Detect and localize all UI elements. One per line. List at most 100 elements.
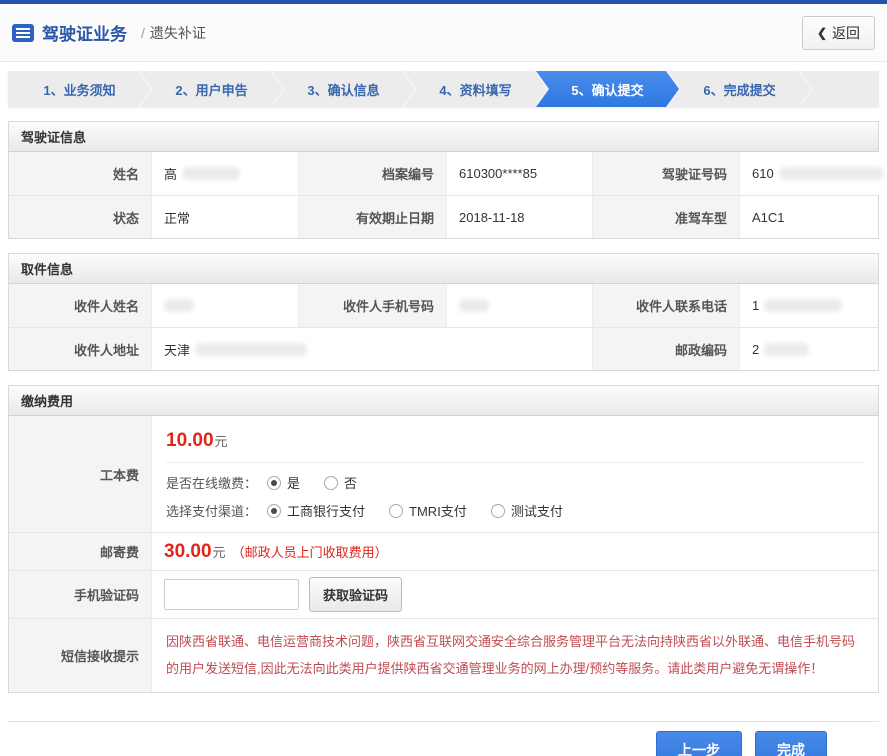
- online-pay-option-yes-label: 是: [287, 473, 300, 492]
- vehicle-type-label: 准驾车型: [592, 195, 739, 238]
- radio-selected-icon[interactable]: [267, 476, 281, 490]
- page-title: 驾驶证业务: [42, 20, 127, 45]
- previous-step-button[interactable]: 上一步: [656, 731, 742, 756]
- recipient-phone-value: 1: [739, 284, 878, 327]
- license-no-value: 610: [739, 152, 884, 195]
- recipient-phone-label: 收件人联系电话: [592, 284, 739, 327]
- sms-notice-content: 因陕西省联通、电信运营商技术问题，陕西省互联网交通安全综合服务管理平台无法向持陕…: [151, 618, 878, 692]
- sms-code-row: 手机验证码 获取验证码: [9, 570, 878, 618]
- fee-section: 缴纳费用 工本费 10.00元 是否在线缴费： 是 否 选择支付渠道：: [8, 385, 879, 693]
- recipient-mobile-value: [446, 284, 592, 327]
- online-pay-option-no-label: 否: [344, 473, 357, 492]
- finish-button[interactable]: 完成: [755, 731, 827, 756]
- get-code-button[interactable]: 获取验证码: [309, 577, 402, 612]
- step-6-complete-submit[interactable]: 6、完成提交: [668, 71, 811, 107]
- recipient-name-label: 收件人姓名: [9, 284, 151, 327]
- expiry-value: 2018-11-18: [446, 195, 592, 238]
- step-5-confirm-submit[interactable]: 5、确认提交: [536, 71, 679, 107]
- menu-list-icon: [12, 24, 34, 42]
- breadcrumb-separator: /: [141, 25, 145, 41]
- pay-channel-option-icbc[interactable]: 工商银行支付: [267, 501, 365, 520]
- pay-channel-line: 选择支付渠道： 工商银行支付 TMRI支付 测试支付: [166, 501, 878, 520]
- file-no-label: 档案编号: [298, 152, 446, 195]
- license-no-value-text: 610: [752, 166, 774, 181]
- license-info-section-title: 驾驶证信息: [9, 122, 878, 152]
- mailing-fee-note: （邮政人员上门收取费用）: [232, 542, 388, 561]
- title-wrap: 驾驶证业务 / 遗失补证: [12, 20, 206, 45]
- step-1-business-notice[interactable]: 1、业务须知: [8, 71, 151, 107]
- breadcrumb: / 遗失补证: [141, 23, 206, 43]
- name-label: 姓名: [9, 152, 151, 195]
- sms-code-input[interactable]: [164, 579, 299, 610]
- recipient-address-value-text: 天津: [164, 340, 190, 359]
- recipient-address-value: 天津: [151, 327, 592, 370]
- redacted-license-no: [779, 167, 884, 180]
- fee-inner-divider: [166, 462, 864, 463]
- redacted-recipient-address: [195, 343, 307, 356]
- radio-selected-icon[interactable]: [267, 504, 281, 518]
- recipient-phone-value-text: 1: [752, 298, 759, 313]
- mailing-fee-content: 30.00元 （邮政人员上门收取费用）: [151, 532, 878, 570]
- pay-channel-option-tmri[interactable]: TMRI支付: [389, 501, 467, 520]
- pickup-info-row-1: 收件人姓名 收件人手机号码 收件人联系电话 1: [9, 284, 878, 327]
- mailing-fee-row: 邮寄费 30.00元 （邮政人员上门收取费用）: [9, 532, 878, 570]
- pay-channel-option-test-label: 测试支付: [511, 501, 563, 520]
- production-fee-label: 工本费: [9, 416, 151, 532]
- pay-channel-option-test[interactable]: 测试支付: [491, 501, 563, 520]
- online-pay-option-no[interactable]: 否: [324, 473, 357, 492]
- back-arrow-icon: ❮: [817, 26, 827, 40]
- status-value: 正常: [151, 195, 298, 238]
- license-info-row-2: 状态 正常 有效期止日期 2018-11-18 准驾车型 A1C1: [9, 195, 878, 238]
- expiry-label: 有效期止日期: [298, 195, 446, 238]
- pickup-info-section: 取件信息 收件人姓名 收件人手机号码 收件人联系电话 1 收件人地址 天津 邮政…: [8, 253, 879, 371]
- name-value: 高: [151, 152, 298, 195]
- header: 驾驶证业务 / 遗失补证 ❮ 返回: [0, 4, 887, 62]
- mailing-fee-label: 邮寄费: [9, 532, 151, 570]
- sms-code-label: 手机验证码: [9, 570, 151, 618]
- page: 驾驶证业务 / 遗失补证 ❮ 返回 1、业务须知 2、用户申告 3、确认信息 4、…: [0, 0, 887, 756]
- radio-unselected-icon[interactable]: [389, 504, 403, 518]
- recipient-mobile-label: 收件人手机号码: [298, 284, 446, 327]
- postal-code-value: 2: [739, 327, 878, 370]
- step-nav: 1、业务须知 2、用户申告 3、确认信息 4、资料填写 5、确认提交 6、完成提…: [8, 71, 879, 107]
- production-fee-amount: 10.00: [166, 430, 214, 451]
- step-2-user-declaration[interactable]: 2、用户申告: [140, 71, 283, 107]
- back-button[interactable]: ❮ 返回: [802, 16, 875, 50]
- status-label: 状态: [9, 195, 151, 238]
- breadcrumb-current: 遗失补证: [150, 25, 206, 41]
- recipient-name-value: [151, 284, 298, 327]
- radio-unselected-icon[interactable]: [491, 504, 505, 518]
- pickup-info-row-2: 收件人地址 天津 邮政编码 2: [9, 327, 878, 370]
- recipient-address-label: 收件人地址: [9, 327, 151, 370]
- step-3-confirm-info[interactable]: 3、确认信息: [272, 71, 415, 107]
- pickup-info-section-title: 取件信息: [9, 254, 878, 284]
- license-info-section: 驾驶证信息 姓名 高 档案编号 610300****85 驾驶证号码 610 状…: [8, 121, 879, 239]
- name-value-text: 高: [164, 164, 177, 183]
- postal-code-value-text: 2: [752, 342, 759, 357]
- online-pay-line: 是否在线缴费： 是 否: [166, 473, 878, 492]
- redacted-recipient-mobile: [459, 299, 489, 312]
- redacted-recipient-name: [164, 299, 194, 312]
- redacted-postal-code: [764, 343, 809, 356]
- footer-actions: 上一步 完成: [0, 722, 887, 756]
- production-fee-row: 工本费 10.00元 是否在线缴费： 是 否 选择支付渠道： 工商银行支付: [9, 416, 878, 532]
- redacted-recipient-phone: [764, 299, 842, 312]
- back-button-label: 返回: [832, 23, 860, 43]
- online-pay-question: 是否在线缴费：: [166, 473, 257, 492]
- mailing-fee-amount: 30.00: [164, 541, 212, 563]
- radio-unselected-icon[interactable]: [324, 476, 338, 490]
- pay-channel-option-tmri-label: TMRI支付: [409, 501, 467, 520]
- production-fee-amount-line: 10.00元: [166, 430, 878, 452]
- mailing-fee-unit: 元: [213, 542, 226, 561]
- vehicle-type-value: A1C1: [739, 195, 878, 238]
- step-nav-filler: [800, 71, 879, 107]
- pay-channel-question: 选择支付渠道：: [166, 501, 257, 520]
- license-info-row-1: 姓名 高 档案编号 610300****85 驾驶证号码 610: [9, 152, 878, 195]
- sms-code-content: 获取验证码: [151, 570, 878, 618]
- redacted-name: [182, 167, 240, 180]
- sms-notice-label: 短信接收提示: [9, 618, 151, 692]
- file-no-value-text: 610300****85: [459, 166, 537, 181]
- step-4-fill-data[interactable]: 4、资料填写: [404, 71, 547, 107]
- online-pay-option-yes[interactable]: 是: [267, 473, 300, 492]
- production-fee-content: 10.00元 是否在线缴费： 是 否 选择支付渠道： 工商银行支付 TMRI支付…: [151, 416, 878, 532]
